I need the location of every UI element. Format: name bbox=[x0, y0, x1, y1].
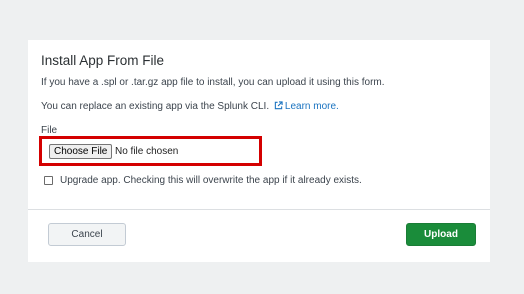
learn-more-link[interactable]: Learn more. bbox=[272, 101, 339, 112]
upload-button[interactable]: Upload bbox=[406, 223, 476, 246]
file-input[interactable]: Choose File No file chosen bbox=[39, 136, 262, 166]
cli-text: You can replace an existing app via the … bbox=[41, 101, 270, 112]
file-label: File bbox=[41, 125, 58, 136]
upgrade-option: Upgrade app. Checking this will overwrit… bbox=[44, 175, 362, 186]
learn-more-label: Learn more. bbox=[284, 101, 339, 112]
install-app-modal: Install App From File If you have a .spl… bbox=[28, 40, 490, 262]
upgrade-label: Upgrade app. Checking this will overwrit… bbox=[60, 175, 362, 186]
upgrade-checkbox[interactable] bbox=[44, 176, 53, 185]
cli-instructions: You can replace an existing app via the … bbox=[41, 101, 339, 112]
instructions-text: If you have a .spl or .tar.gz app file t… bbox=[41, 77, 385, 88]
file-status-text: No file chosen bbox=[115, 146, 179, 157]
cancel-button[interactable]: Cancel bbox=[48, 223, 126, 246]
modal-title: Install App From File bbox=[41, 53, 165, 68]
choose-file-button[interactable]: Choose File bbox=[49, 144, 113, 159]
external-link-icon bbox=[274, 101, 283, 110]
footer-divider bbox=[28, 209, 490, 210]
